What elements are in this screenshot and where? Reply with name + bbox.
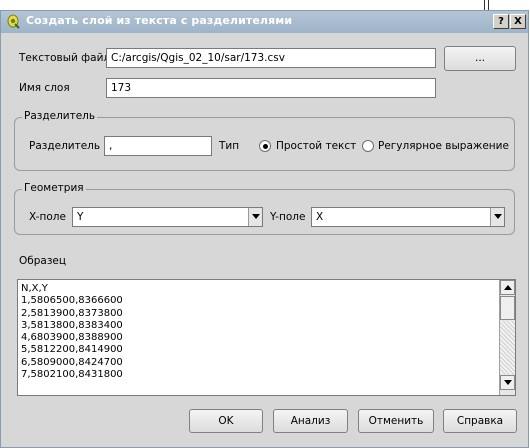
qgis-logo-icon <box>7 14 20 29</box>
file-path-input[interactable]: C:/arcgis/Qgis_02_10/sar/173.csv <box>106 48 436 68</box>
delimiter-group-title: Разделитель <box>22 110 98 122</box>
title-bar: Создать слой из текста с разделителями ?… <box>0 10 529 33</box>
y-field-select[interactable]: X <box>311 207 505 227</box>
analyze-button[interactable]: Анализ <box>273 409 348 433</box>
plain-text-label[interactable]: Простой текст <box>276 140 356 152</box>
geometry-group-title: Геометрия <box>22 182 86 194</box>
sample-scrollbar[interactable] <box>499 280 515 395</box>
scroll-thumb[interactable] <box>500 296 515 320</box>
x-field-dropdown-arrow-icon[interactable] <box>248 208 262 226</box>
regex-label[interactable]: Регулярное выражение <box>378 140 509 152</box>
x-field-label: X-поле <box>29 211 66 223</box>
sample-line: 2,5813900,8373800 <box>21 307 123 319</box>
x-field-value: Y <box>77 211 84 223</box>
delimiter-label: Разделитель <box>29 140 101 152</box>
delimiter-input[interactable]: , <box>104 136 212 156</box>
layer-name-label: Имя слоя <box>19 82 70 94</box>
top-edge-mark <box>488 0 489 10</box>
browse-button[interactable]: ... <box>444 46 516 71</box>
sample-line: N,X,Y <box>21 283 48 294</box>
sample-label: Образец <box>19 255 67 267</box>
ok-button[interactable]: OK <box>189 409 263 433</box>
regex-radio[interactable] <box>362 140 374 152</box>
close-title-button[interactable]: X <box>510 14 526 29</box>
scroll-track[interactable] <box>500 321 515 374</box>
sample-line: 3,5813800,8383400 <box>21 319 123 331</box>
top-edge-mark <box>484 0 485 10</box>
plain-text-radio[interactable] <box>259 140 271 152</box>
file-label: Текстовый файл <box>19 52 111 64</box>
scroll-up-icon[interactable] <box>500 280 515 295</box>
sample-line: 1,5806500,8366600 <box>21 295 123 307</box>
sample-line: 7,5802100,8431800 <box>21 369 123 381</box>
window-title: Создать слой из текста с разделителями <box>26 14 293 27</box>
help-title-button[interactable]: ? <box>493 14 509 29</box>
y-field-label: Y-поле <box>270 211 306 223</box>
sample-lines: N,X,Y 1,5806500,8366600 2,5813900,837380… <box>18 283 498 381</box>
sample-line: 4,6803900,8388900 <box>21 332 123 344</box>
y-field-value: X <box>316 211 324 223</box>
help-button[interactable]: Справка <box>443 409 517 433</box>
sample-line: 5,5812200,8414900 <box>21 344 123 356</box>
x-field-select[interactable]: Y <box>72 207 263 227</box>
sample-line: 6,5809000,8424700 <box>21 356 123 368</box>
type-label: Тип <box>219 140 240 152</box>
y-field-dropdown-arrow-icon[interactable] <box>490 208 504 226</box>
sample-text-area[interactable]: N,X,Y 1,5806500,8366600 2,5813900,837380… <box>17 279 516 396</box>
layer-name-input[interactable]: 173 <box>106 78 436 98</box>
cancel-button[interactable]: Отменить <box>358 409 434 433</box>
scroll-down-icon[interactable] <box>500 375 515 390</box>
